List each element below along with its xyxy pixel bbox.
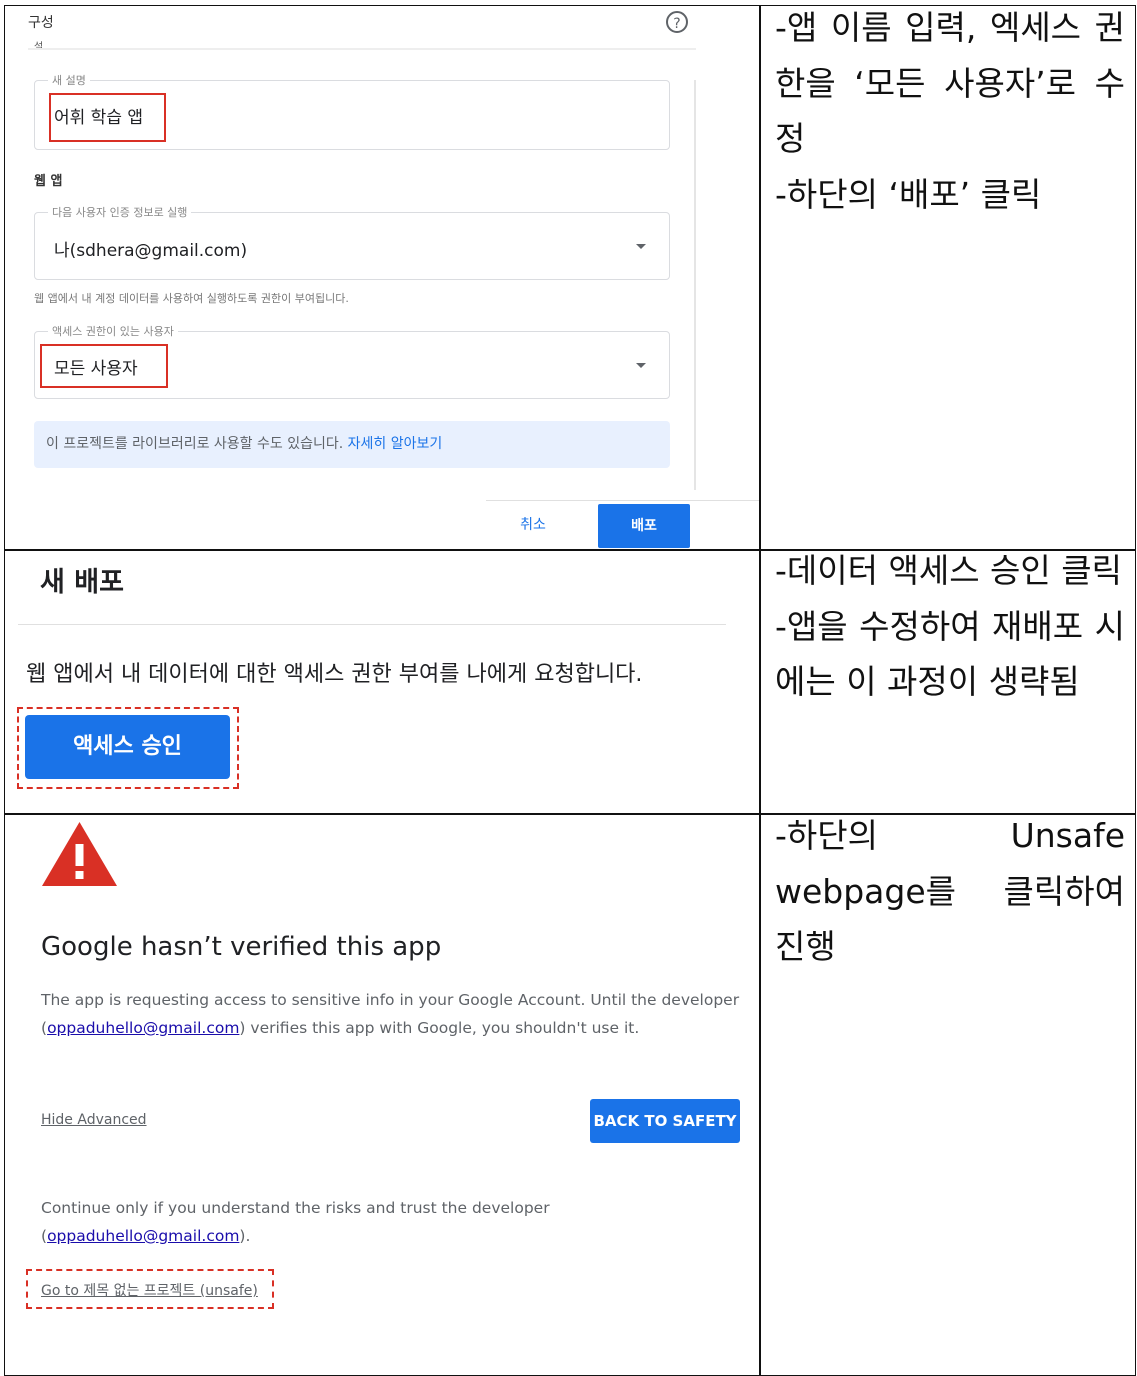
new-deploy-title: 새 배포 <box>40 567 124 598</box>
execute-as-hint: 웹 앱에서 내 계정 데이터를 사용하여 실행하도록 권한이 부여됩니다. <box>34 292 349 305</box>
approve-access-button[interactable]: 액세스 승인 <box>25 715 230 779</box>
warning-title: Google hasn’t verified this app <box>41 932 442 962</box>
scrollbar-track[interactable] <box>694 80 696 490</box>
library-info-banner: 이 프로젝트를 라이브러리로 사용할 수도 있습니다. 자세히 알아보기 <box>34 421 670 468</box>
chevron-down-icon[interactable] <box>636 363 646 368</box>
note-row-3: -하단의 Unsafe webpage를 클릭하여 진행 <box>775 808 1125 975</box>
warning-icon <box>42 822 117 886</box>
access-value: 모든 사용자 <box>54 359 138 379</box>
note-row-1: -앱 이름 입력, 엑세스 권한을 ‘모든 사용자’로 수정 -하단의 ‘배포’… <box>775 0 1125 222</box>
cancel-button[interactable]: 취소 <box>490 504 576 546</box>
footer-divider <box>486 500 759 501</box>
deploy-button[interactable]: 배포 <box>598 504 690 548</box>
cut-label: 설명 <box>34 42 44 48</box>
note-row-2-line-1: -데이터 액세스 승인 클릭 <box>775 551 1122 590</box>
go-to-unsafe-link[interactable]: Go to 제목 없는 프로젝트 (unsafe) <box>41 1280 258 1300</box>
continue-text-block: Continue only if you understand the risk… <box>41 1199 550 1245</box>
execute-as-legend: 다음 사용자 인증 정보로 실행 <box>48 204 192 220</box>
description-legend: 새 설명 <box>48 72 90 88</box>
note-row-2-line-2: -앱을 수정하여 재배포 시에는 이 과정이 생략됨 <box>775 606 1125 702</box>
note-row-3-line-1: -하단의 Unsafe webpage를 클릭하여 진행 <box>775 816 1125 966</box>
warning-body-text-1: The app is requesting access to sensitiv… <box>41 991 740 1009</box>
warning-body: The app is requesting access to sensitiv… <box>41 991 740 1037</box>
new-deploy-divider <box>18 624 726 625</box>
execute-as-value: 나(sdhera@gmail.com) <box>54 241 248 261</box>
description-value: 어휘 학습 앱 <box>54 108 144 128</box>
hide-advanced-link[interactable]: Hide Advanced <box>41 1112 147 1128</box>
new-deploy-message: 웹 앱에서 내 데이터에 대한 액세스 권한 부여를 나에게 요청합니다. <box>26 662 643 687</box>
warning-body-text-2: verifies this app with Google, you shoul… <box>245 1019 640 1037</box>
note-row-2: -데이터 액세스 승인 클릭 -앱을 수정하여 재배포 시에는 이 과정이 생략… <box>775 543 1125 710</box>
chevron-down-icon[interactable] <box>636 244 646 249</box>
column-divider <box>759 5 761 1376</box>
access-legend: 액세스 권한이 있는 사용자 <box>48 323 178 339</box>
note-row-1-line-1: -앱 이름 입력, 엑세스 권한을 ‘모든 사용자’로 수정 <box>775 8 1125 158</box>
learn-more-link[interactable]: 자세히 알아보기 <box>348 436 443 452</box>
developer-email-link-2[interactable]: oppaduhello@gmail.com <box>47 1227 239 1245</box>
header-divider <box>28 48 696 50</box>
help-icon[interactable]: ? <box>666 11 688 33</box>
developer-email-link[interactable]: oppaduhello@gmail.com <box>47 1019 239 1037</box>
note-row-1-line-2: -하단의 ‘배포’ 클릭 <box>775 174 1042 214</box>
webapp-heading: 웹 앱 <box>34 174 63 189</box>
dialog-title: 구성 <box>28 15 54 31</box>
continue-text: Continue only if you understand the risk… <box>41 1199 550 1217</box>
back-to-safety-button[interactable]: BACK TO SAFETY <box>590 1099 740 1143</box>
library-info-text: 이 프로젝트를 라이브러리로 사용할 수도 있습니다. <box>46 436 344 452</box>
